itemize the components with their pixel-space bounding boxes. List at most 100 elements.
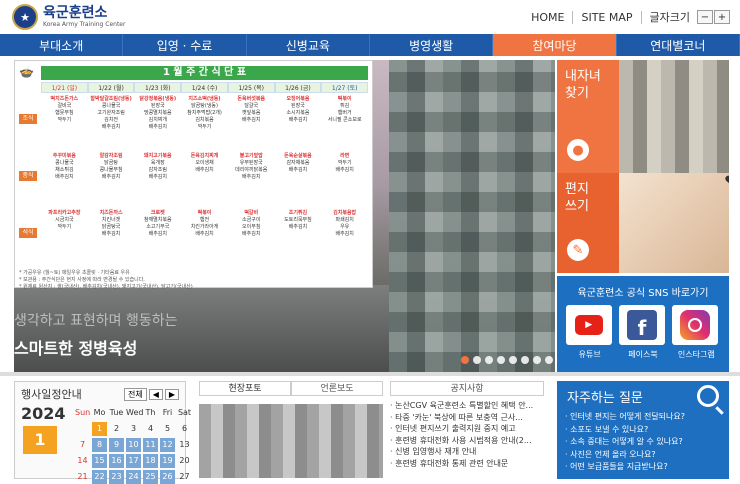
notice-item[interactable]: · 훈련병 휴대전화 사용 시범적용 안내(2...	[390, 435, 544, 447]
faq-item[interactable]: · 사진은 언제 올라 오나요?	[565, 449, 685, 462]
faq-item[interactable]: · 소포도 보낼 수 있나요?	[565, 424, 685, 437]
notice-item[interactable]: · 인터넷 편지쓰기 출력지원 중지 예고	[390, 423, 544, 435]
calendar-day[interactable]: 15	[92, 454, 107, 468]
weekday-header: Wed	[126, 408, 144, 417]
letter-photo	[619, 173, 729, 273]
news-photo-blurred[interactable]	[199, 404, 383, 478]
notice-item[interactable]: · 논산CGV 육군훈련소 특별할인 혜택 안...	[390, 400, 544, 412]
font-decrease-button[interactable]: −	[697, 10, 713, 24]
calendar-day[interactable]: 24	[126, 470, 141, 484]
menu-cell: 돈육순살볶음 감자채볶음 배추김치	[284, 153, 312, 173]
calendar-day[interactable]: 2	[109, 422, 124, 436]
calendar-day[interactable]: 22	[92, 470, 107, 484]
menu-rows: 조식 떡치즈돈가스 갈비국 햄뭇무침 깍두기 함박달걀조림(냉동) 콩나물국 고기완자조림 김치…	[19, 96, 368, 264]
menu-cell: 라면 깍두기 배추김치	[335, 153, 354, 173]
weekly-menu-card[interactable]: 🍲 1 월 주 간 식 단 표 1/21 (일) 1/22 (월) 1/23 (…	[14, 60, 373, 290]
slide-dot[interactable]	[545, 356, 553, 364]
calendar-day[interactable]: 20	[177, 454, 192, 468]
nav-item-training[interactable]: 신병교육	[247, 34, 370, 56]
calendar-day[interactable]: 4	[143, 422, 158, 436]
calendar-day[interactable]: 6	[177, 422, 192, 436]
tab-field-photos[interactable]: 현장포토	[199, 381, 291, 396]
sitemap-link[interactable]: SITE MAP	[573, 10, 642, 24]
youtube-link[interactable]: ▶ 유튜브	[565, 305, 614, 360]
calendar-grid: Sun Mo Tue Wed Th Fri Sat 1 2 3 4 5 6 7 8 9 10 11 12 13 14 15…	[75, 406, 192, 484]
menu-row: 중식 주꾸미볶음 콩나물국 채소튀김 배추김치 알감자조림 닭곰탕 콩나물무침 배추김치 돼지고기…	[19, 153, 368, 207]
calendar-day[interactable]: 5	[160, 422, 175, 436]
calendar-next-button[interactable]: ▶	[164, 388, 179, 400]
calendar-day[interactable]: 18	[143, 454, 158, 468]
calendar-day[interactable]: 25	[143, 470, 158, 484]
utility-links: HOME SITE MAP 글자크기 − +	[523, 9, 730, 25]
menu-cell: 돈육버섯볶음 달걀국 깻잎볶음 배추김치	[237, 96, 266, 123]
calendar-day[interactable]: 11	[143, 438, 158, 452]
nav-item-enlistment[interactable]: 입영 · 수료	[123, 34, 247, 56]
calendar-day[interactable]: 14	[75, 454, 90, 468]
find-child-photo-blurred	[619, 60, 729, 173]
weekday-header: Mo	[93, 408, 106, 417]
slide-dot[interactable]	[461, 356, 469, 364]
slide-dot[interactable]	[485, 356, 493, 364]
pen-icon	[724, 174, 729, 218]
instagram-link[interactable]: 인스타그램	[672, 305, 720, 360]
calendar-day[interactable]: 27	[177, 470, 192, 484]
calendar-day[interactable]: 23	[109, 470, 124, 484]
calendar-day[interactable]: 8	[92, 438, 107, 452]
faq-panel: 자주하는 질문 · 인터넷 편지는 어떻게 전달되나요? · 소포도 보낼 수 있…	[557, 381, 729, 479]
faq-item[interactable]: · 어떤 보급품들을 지급받나요?	[565, 461, 685, 474]
sns-panel: 육군훈련소 공식 SNS 바로가기 ▶ 유튜브 f 페이스북 인스타그램	[557, 276, 729, 372]
slide-dot[interactable]	[509, 356, 517, 364]
calendar-day[interactable]: 7	[75, 438, 90, 452]
calendar-day[interactable]: 13	[177, 438, 192, 452]
calendar-day[interactable]: 21	[75, 470, 90, 484]
menu-title: 1 월 주 간 식 단 표	[41, 66, 368, 80]
calendar-title: 행사일정안내	[21, 388, 82, 401]
nav-item-participation[interactable]: 참여마당	[493, 34, 617, 56]
find-my-child-card[interactable]: 내자녀 찾기 ●	[557, 60, 729, 173]
calendar-day[interactable]: 3	[126, 422, 141, 436]
site-logo[interactable]: ★ 육군훈련소 Korea Army Training Center	[12, 4, 125, 30]
calendar-day[interactable]: 12	[160, 438, 175, 452]
faq-item[interactable]: · 인터넷 편지는 어떻게 전달되나요?	[565, 411, 685, 424]
nav-item-regiment-corner[interactable]: 연대별코너	[617, 34, 740, 56]
calendar-day[interactable]: 9	[109, 438, 124, 452]
font-increase-button[interactable]: +	[714, 10, 730, 24]
calendar-prev-button[interactable]: ◀	[148, 388, 163, 400]
menu-cell: 떡볶이 튀김 햄버거 서니필 콘소보로	[327, 96, 362, 123]
home-link[interactable]: HOME	[523, 10, 574, 24]
weekday-header: Sun	[75, 408, 91, 417]
menu-cell: 함박달걀조림(냉동) 콩나물국 고기완자조림 김치전 배추김치	[90, 96, 132, 130]
section-divider	[0, 372, 740, 376]
pencil-icon: ✎	[567, 239, 589, 261]
calendar-day[interactable]: 10	[126, 438, 141, 452]
menu-cell: 파프리카고추장 시금치국 깍두기	[48, 210, 81, 230]
menu-cell: 닭강정볶음(냉동) 된장국 땅콩멸치볶음 김치찌개 배추김치	[139, 96, 177, 130]
slide-dot[interactable]	[497, 356, 505, 364]
slide-dot[interactable]	[473, 356, 481, 364]
calendar-day[interactable]: 16	[109, 454, 124, 468]
notice-item[interactable]: · 훈련병 휴대전화 통제 관련 안내문	[390, 458, 544, 470]
write-letter-card[interactable]: 편지 쓰기 ✎	[557, 173, 729, 273]
menu-cell: 떡볶이 햄전 치킨가라아게 배추김치	[190, 210, 219, 237]
slide-dot[interactable]	[521, 356, 529, 364]
nav-item-barracks-life[interactable]: 병영생활	[370, 34, 494, 56]
search-icon[interactable]	[697, 385, 719, 407]
notice-item[interactable]: · 타중 '카눈' 북상에 따른 보충역 근사...	[390, 412, 544, 424]
weekday-header: Fri	[162, 408, 173, 417]
menu-cell: 돈육김치찌개 오이생채 배추김치	[190, 153, 219, 173]
calendar-all-button[interactable]: 전체	[123, 387, 147, 401]
calendar-day[interactable]: 26	[160, 470, 175, 484]
faq-title: 자주하는 질문	[567, 391, 643, 406]
calendar-day[interactable]: 19	[160, 454, 175, 468]
hero-caption-line2: 스마트한 정병육성	[14, 339, 138, 358]
faq-item[interactable]: · 소속 중대는 어떻게 알 수 있나요?	[565, 436, 685, 449]
nav-item-unit-intro[interactable]: 부대소개	[0, 34, 124, 56]
sns-title: 육군훈련소 공식 SNS 바로가기	[577, 288, 709, 299]
tab-notices[interactable]: 공지사항	[390, 381, 544, 396]
calendar-day[interactable]: 1	[92, 422, 107, 436]
calendar-day[interactable]: 17	[126, 454, 141, 468]
notice-item[interactable]: · 신병 입영행사 재개 안내	[390, 446, 544, 458]
facebook-link[interactable]: f 페이스북	[618, 305, 667, 360]
slide-dot[interactable]	[533, 356, 541, 364]
tab-press-reports[interactable]: 언론보도	[291, 381, 383, 396]
